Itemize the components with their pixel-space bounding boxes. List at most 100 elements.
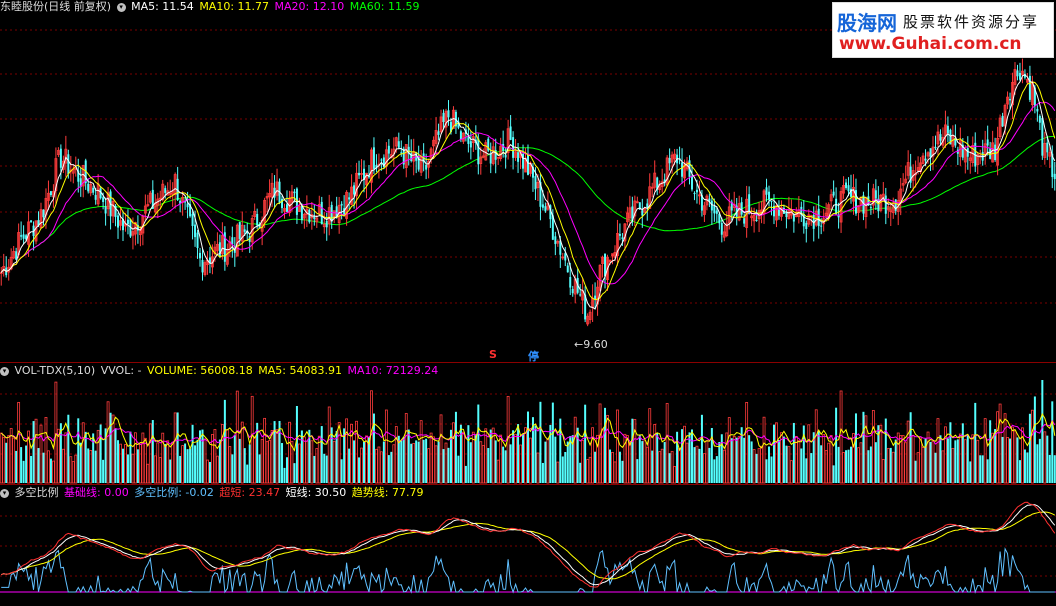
volume-bar	[25, 445, 28, 483]
volume-bar	[598, 403, 602, 484]
chevron-down-icon[interactable]: ▾	[116, 3, 126, 12]
volume-bar	[238, 438, 241, 483]
volume-bar	[517, 424, 520, 483]
candle-body	[1038, 115, 1041, 123]
volume-bar	[743, 437, 746, 483]
candle-body	[594, 295, 597, 300]
volume-bars	[0, 380, 1056, 484]
volume-bar	[298, 443, 301, 484]
overshort-line	[0, 501, 1056, 588]
volume-bar	[775, 422, 778, 484]
panel-divider-volume[interactable]	[0, 362, 1056, 363]
volume-bar	[648, 408, 652, 484]
volume-bar	[191, 424, 194, 483]
candle-body	[720, 223, 723, 235]
candle-body	[618, 233, 621, 236]
panel-divider-indicator[interactable]	[0, 484, 1056, 485]
vol-indicator-name[interactable]: VOL-TDX(5,10)	[15, 364, 96, 377]
volume-bar	[143, 437, 147, 484]
volume-bar	[270, 429, 274, 484]
volume-bar	[220, 424, 224, 484]
ind-name[interactable]: 多空比例	[15, 486, 59, 499]
volume-bar	[901, 435, 905, 484]
candle-body	[425, 164, 428, 170]
volume-bar	[929, 441, 932, 483]
volume-bar	[750, 441, 753, 483]
volume-bar	[800, 448, 803, 483]
volume-bar	[835, 407, 838, 483]
volume-bar	[852, 433, 855, 484]
candle-body	[512, 137, 515, 158]
chevron-down-icon[interactable]: ▾	[0, 489, 9, 498]
volume-bar	[434, 445, 438, 484]
vol-ma10-value: MA10: 72129.24	[347, 364, 439, 377]
volume-bar	[850, 446, 853, 483]
volume-bar	[946, 438, 949, 483]
volume-bar	[536, 452, 540, 484]
volume-bar	[998, 403, 1002, 484]
volume-bar	[484, 428, 488, 484]
volume-bar	[745, 402, 749, 484]
volume-bar	[365, 435, 368, 484]
volume-bar	[317, 435, 321, 484]
volume-bar	[522, 434, 525, 483]
volume-bar	[633, 419, 637, 484]
volume-bar	[42, 452, 45, 483]
volume-bar	[979, 455, 982, 483]
candle-body	[442, 112, 445, 123]
volume-bar	[253, 436, 257, 484]
volume-bar	[141, 432, 145, 484]
stock-title[interactable]: 东睦股份(日线 前复权)	[0, 0, 111, 13]
chevron-down-icon[interactable]: ▾	[0, 367, 9, 376]
volume-bar	[958, 433, 962, 484]
candle-body	[743, 218, 746, 224]
main-chart-header: 东睦股份(日线 前复权) ▾ MA5: 11.54 MA10: 11.77 MA…	[0, 0, 421, 14]
volume-bar	[974, 402, 977, 483]
volume-bar	[479, 441, 483, 484]
volume-bar	[131, 453, 135, 484]
candle-body	[835, 198, 838, 215]
watermark-url: www.Guhai.com.cn	[839, 34, 1022, 54]
candle-body	[668, 158, 671, 164]
candle-body	[755, 219, 758, 221]
volume-bar	[727, 417, 731, 484]
volume-bar	[638, 435, 641, 483]
volume-bar	[228, 446, 232, 484]
volume-bar	[956, 439, 959, 483]
candle-body	[715, 210, 718, 214]
candle-body	[579, 294, 582, 296]
volume-bar	[916, 452, 920, 484]
candle-body	[387, 145, 390, 154]
volume-bar	[625, 435, 629, 484]
volume-bar	[384, 409, 388, 484]
volume-bar	[2, 437, 6, 484]
indicator-lines	[0, 501, 1056, 594]
volume-bar	[502, 446, 505, 483]
volume-bar	[454, 411, 457, 483]
candle-body	[946, 125, 949, 134]
candle-body	[340, 203, 343, 206]
candle-body	[785, 212, 788, 218]
volume-bar	[534, 425, 537, 483]
volume-bar	[573, 416, 577, 484]
stock-chart-canvas[interactable]	[0, 0, 1056, 606]
volume-bar	[429, 432, 433, 484]
volume-bar	[402, 436, 405, 483]
volume-bar	[146, 463, 150, 484]
volume-bar	[52, 460, 55, 484]
volume-bar	[695, 445, 699, 484]
volume-bar	[1006, 437, 1009, 484]
volume-bar	[805, 458, 808, 483]
volume-bar	[591, 427, 595, 484]
volume-bar	[285, 457, 288, 483]
volume-bar	[768, 446, 771, 483]
volume-bar	[109, 412, 112, 483]
volume-bar	[382, 441, 385, 483]
candle-body	[285, 204, 288, 212]
volume-bar	[184, 443, 187, 483]
volume-bar	[499, 434, 503, 484]
volume-bar	[0, 432, 3, 484]
volume-bar	[126, 454, 129, 483]
candle-body	[117, 215, 120, 228]
volume-bar	[949, 422, 952, 483]
